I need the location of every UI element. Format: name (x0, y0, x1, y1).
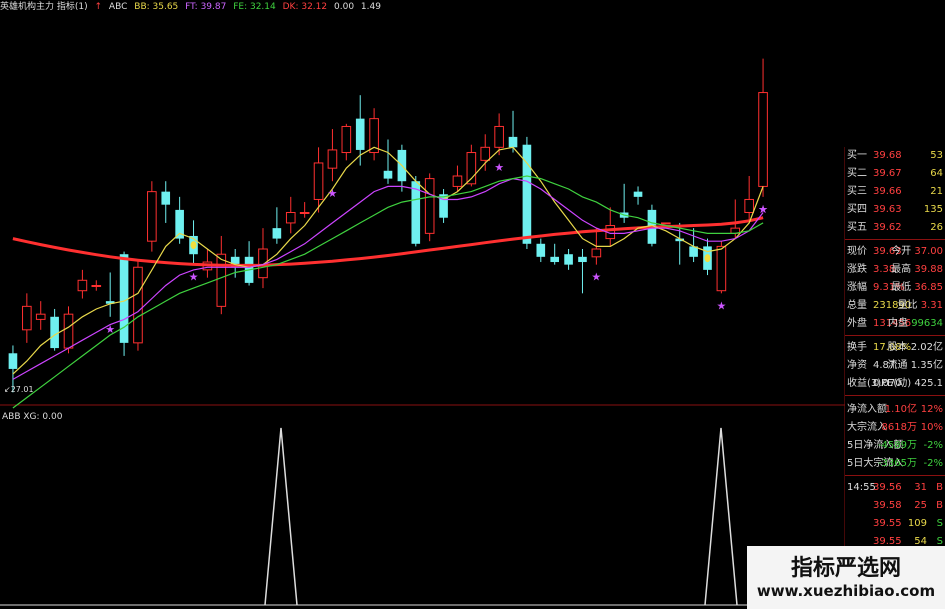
stat-row: 外盘 131456 内盘 99634 (847, 318, 943, 329)
candle-body (22, 305, 32, 331)
flow-row: 大宗流入 8618万 10% (847, 422, 943, 433)
candle-body (50, 316, 59, 349)
indicator-header: 英雄机构主力 指标(1) ↑ ABC BB: 35.65 FT: 39.87 F… (0, 0, 385, 14)
tick-row: 14:55 39.56 31 B (847, 482, 943, 493)
candle-body (578, 256, 587, 263)
candle-body (744, 198, 754, 213)
candle-body (35, 313, 46, 320)
low-price-label: ↙27.01 (4, 385, 34, 394)
candle-body (424, 178, 435, 234)
bid-row[interactable]: 买一 39.68 53 (845, 147, 945, 165)
header-arrow-icon: ↑ (94, 2, 103, 12)
stat-row: 总量 231890 量比 3.31 (847, 300, 943, 311)
stat-row: 净资 4.87 流通 1.35亿 (847, 360, 943, 371)
candle-body (8, 353, 18, 369)
candle-body (508, 136, 518, 148)
candle-body (63, 313, 74, 349)
candle-body (147, 191, 157, 242)
candle-body (550, 256, 559, 263)
bid-row[interactable]: 买五 39.62 26 (845, 219, 945, 237)
xg-spike (264, 427, 298, 606)
candle-body (716, 245, 727, 292)
candle-body (341, 125, 352, 154)
candle-body (285, 212, 296, 224)
candle-body (661, 222, 671, 225)
watermark-title: 指标严选网 (790, 556, 901, 581)
candle-body (272, 228, 282, 239)
flow-row: 净流入额 1.10亿 12% (847, 404, 943, 415)
sub-indicator-title: ABB XG: 0.00 (2, 412, 63, 422)
header-item: FE: 32.14 (233, 2, 276, 12)
candle-body (758, 92, 768, 187)
header-item: 英雄机构主力 指标(1) (0, 2, 88, 12)
candle-body (216, 253, 227, 307)
candle-body (299, 212, 310, 214)
buy-star-icon: ★ (327, 187, 337, 200)
candle-body (355, 118, 365, 150)
bid-row[interactable]: 买二 39.67 64 (845, 165, 945, 183)
buy-star-icon: ★ (716, 299, 726, 312)
buy-star-icon: ★ (758, 203, 768, 216)
flow-row: 5日净流入额 -4589万 -2% (847, 440, 943, 451)
candle-body (313, 162, 324, 200)
xg-spike (704, 427, 738, 606)
stat-row: 涨幅 9.31% 最低 36.85 (847, 282, 943, 293)
watermark-banner: 指标严选网 www.xuezhibiao.com (747, 546, 945, 609)
buy-star-icon: ★ (189, 271, 199, 284)
stat-row: 收益(3) 0.070 PE(动) 425.1 (847, 378, 943, 389)
kline-chart: ★★★★★★★★ (0, 58, 846, 609)
header-item: 1.49 (360, 2, 381, 12)
candle-body (327, 149, 338, 169)
candle-body (536, 243, 546, 257)
tick-row: 39.55 109 S (873, 518, 943, 529)
bid-row[interactable]: 买四 39.63 135 (845, 201, 945, 219)
candle-body (133, 266, 143, 344)
stat-row: 现价 39.63 今开 37.00 (847, 246, 943, 257)
candle-body (480, 146, 491, 161)
watermark-url: www.xuezhibiao.com (756, 582, 936, 600)
candle-body (91, 285, 102, 287)
buy-star-icon: ★ (494, 161, 504, 174)
candle-body (161, 191, 171, 205)
header-item: 0.00 (334, 2, 355, 12)
stat-row: 换手 17.08% 股本 2.02亿 (847, 342, 943, 353)
header-item: FT: 39.87 (185, 2, 227, 12)
candle-body (633, 191, 643, 197)
signal-dot (190, 241, 197, 250)
bid-row[interactable]: 买三 39.66 21 (845, 183, 945, 201)
quote-panel: 买一 39.68 53 买二 39.67 64 买三 39.66 21 买四 39.63 135… (845, 147, 945, 609)
candle-body (494, 125, 504, 148)
candle-body (564, 254, 573, 265)
buy-star-icon: ★ (591, 271, 601, 284)
header-item: ABC (108, 2, 128, 12)
candle-body (591, 248, 602, 258)
signal-dot (704, 254, 711, 263)
candle-body (452, 175, 463, 187)
buy-star-icon: ★ (105, 323, 115, 336)
header-item: DK: 32.12 (282, 2, 328, 12)
flow-row: 5日大宗流入 -3365万 -2% (847, 458, 943, 469)
stat-row: 涨跌 3.38 最高 39.88 (847, 264, 943, 275)
candle-body (383, 170, 393, 179)
tick-row: 39.58 25 B (873, 500, 943, 511)
header-item: BB: 35.65 (134, 2, 179, 12)
candle-body (77, 279, 88, 292)
